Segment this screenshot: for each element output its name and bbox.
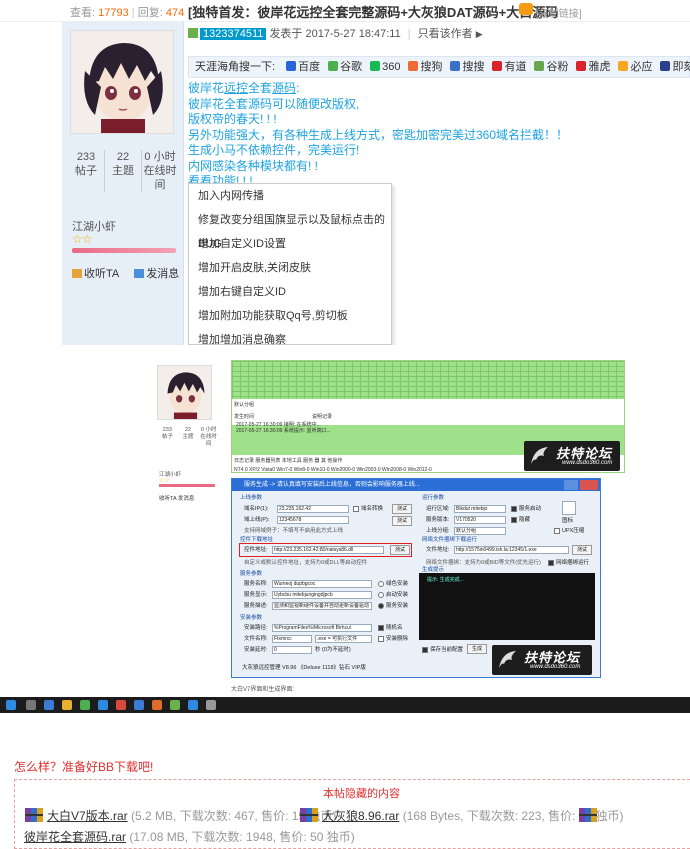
attachment-link[interactable]: 彼岸花全套源码.rar (24, 830, 126, 844)
embedded-avatar (157, 365, 212, 420)
downloads-section: 怎么样？准备好BB下载吧! 本帖隐藏的内容 大白V7版本.rar (5.2 MB… (0, 713, 690, 849)
stat-topics[interactable]: 22 主题 (104, 150, 141, 192)
host-grid (232, 361, 624, 399)
keyword-link[interactable]: 源码 (272, 81, 296, 95)
attachment-link[interactable]: 大灰狼8.96.rar (322, 809, 399, 823)
search-engine-bar: 天涯海角搜一下: 百度 谷歌 360 搜狗 搜搜 有道 谷粉 雅虎 必应 即刻 (188, 56, 690, 78)
attachment-item: 彼岸花全套源码.rar (17.08 MB, 下载次数: 1948, 售价: 5… (24, 830, 355, 844)
stat-online: 0 小时 在线时间 (141, 150, 178, 192)
feature-menu-item: 增加附加功能获取Qq号,剪切板 (198, 310, 348, 322)
keyword-link[interactable]: 远控 (224, 81, 248, 95)
search-engine-link[interactable]: 谷粉 (534, 61, 568, 73)
author-name-link[interactable]: 1323374511 (200, 28, 267, 40)
controller-main-window: 默认分组 发生时间 说明记录 2017-05-27 16:30:09 接明: 在… (231, 360, 625, 473)
rank-bar (72, 248, 176, 253)
minimize-button (564, 480, 578, 490)
author-only-link[interactable]: 只看该作者 (418, 28, 473, 40)
search-prefix: 天涯海角搜一下: (195, 61, 276, 73)
feature-menu-item: 加入内网传播 (198, 190, 264, 202)
attachment-link[interactable]: 大白V7版本.rar (47, 809, 128, 823)
feature-menu-item: 增加自定义ID设置 (198, 238, 286, 250)
screenshot-section: 233 帖子 22 主题 0 小时 在线时间 江湖小虾 ☆☆ 收听TA 发消息 默认分… (0, 345, 690, 713)
feature-menu-item: 修复改变分组国旗显示以及鼠标点击的BUG (198, 214, 385, 250)
view-reply-counts: 查看: 17793 | 回复: 474 (70, 7, 185, 19)
rar-archive-icon (25, 808, 43, 822)
search-engine-icon (370, 61, 381, 71)
attachment-item: 大灰狼8.96.rar (168 Bytes, 下载次数: 223, 售价: 1… (299, 806, 623, 824)
search-engine-link[interactable]: 搜狗 (408, 61, 442, 73)
search-engine-list: 百度 谷歌 360 搜狗 搜搜 有道 谷粉 雅虎 必应 即刻 (286, 61, 690, 73)
screenshot-caption: 大白V7界面和生成界面: (231, 687, 295, 693)
search-engine-icon (450, 61, 461, 71)
embedded-author-sidebar: 233 帖子 22 主题 0 小时 在线时间 江湖小虾 ☆☆ 收听TA 发消息 (157, 360, 223, 510)
post-title: [独特首发：彼岸花远控全套完整源码+大灰狼DAT源码+大白源码 (188, 5, 559, 20)
controller-status: NT4.0 XP/2 Vista0 Win7-0 Win8-0 Win10-0 … (234, 467, 432, 473)
search-engine-icon (492, 61, 503, 71)
feature-menu-item: 增加增加消息确察 (198, 334, 286, 345)
feature-menu-image: 加入内网传播修复改变分组国旗显示以及鼠标点击的BUG 增加自定义ID设置增加开启皮… (188, 183, 392, 345)
attachment-item: 大白V7版本.rar (5.2 MB, 下载次数: 467, 售价: 15 独币… (24, 806, 336, 824)
search-engine-icon (576, 61, 587, 71)
rar-archive-icon (300, 808, 318, 822)
stat-posts[interactable]: 233 帖子 (68, 150, 104, 192)
rank-stars: ☆☆ (72, 232, 92, 246)
rar-archive-icon (579, 808, 597, 822)
service-generator-window: 服务生成 -> 请认真填写安装后上线信息，否则会影响服务器上线... 上线参数 … (231, 478, 601, 678)
forum-post-section: 查看: 17793 | 回复: 474 [独特首发：彼岸花远控全套完整源码+大灰… (0, 0, 690, 345)
forum-watermark-logo: 扶特论坛 www.dsdo360.com (492, 645, 592, 675)
attachment-item (578, 806, 601, 824)
follow-button[interactable]: 收听TA (72, 268, 125, 280)
search-engine-link[interactable]: 有道 (492, 61, 526, 73)
search-engine-link[interactable]: 雅虎 (576, 61, 610, 73)
online-icon (188, 28, 198, 38)
generator-output: 提示: 生成完成... (419, 573, 595, 640)
search-engine-link[interactable]: 360 (370, 61, 400, 73)
post-time: 发表于 2017-5-27 18:47:11 (269, 28, 401, 40)
close-button (580, 480, 598, 490)
search-engine-icon (534, 61, 545, 71)
author-actions: 收听TA 发消息 (72, 265, 191, 281)
mail-icon (134, 269, 145, 278)
forum-watermark-logo: 扶特论坛 www.dsdo360.com (524, 441, 620, 471)
search-engine-link[interactable]: 搜搜 (450, 61, 484, 73)
windows-taskbar (0, 697, 690, 713)
post-body: 彼岸花远控全套源码: 彼岸花全套源码可以随便改版权, 版权帝的春天! ! ! 另… (188, 81, 569, 188)
feature-menu-item: 增加开启皮肤,关闭皮肤 (198, 262, 312, 274)
search-engine-icon (618, 61, 629, 71)
author-stats: 233 帖子 22 主题 0 小时 在线时间 (68, 150, 178, 192)
search-engine-link[interactable]: 百度 (286, 61, 320, 73)
generator-title: 服务生成 -> 请认真填写安装后上线信息，否则会影响服务器上线... (232, 479, 600, 491)
feature-menu-item: 增加右键自定义ID (198, 286, 286, 298)
hidden-content-title: 本帖隐藏的内容 (323, 788, 400, 800)
reply-count: 474 (165, 7, 185, 19)
view-count: 17793 (98, 7, 129, 19)
search-engine-icon (408, 61, 419, 71)
search-engine-link[interactable]: 即刻 (660, 61, 690, 73)
avatar[interactable] (70, 30, 174, 134)
search-engine-link[interactable]: 必应 (618, 61, 652, 73)
download-prompt: 怎么样？准备好BB下载吧! (14, 760, 154, 774)
search-engine-icon (286, 61, 297, 71)
message-button[interactable]: 发消息 (134, 268, 185, 280)
author-sidebar: 233 帖子 22 主题 0 小时 在线时间 江湖小虾 ☆☆ 收听TA 发消息 (62, 22, 184, 345)
controller-tabs: 日志记录 服务器列表 本地工具 服务 器 其 他操作 (234, 458, 343, 464)
post-meta: 1323374511 发表于 2017-5-27 18:47:11 | 只看该作… (188, 25, 483, 41)
embedded-stats: 233 帖子 22 主题 0 小时 在线时间 (161, 427, 217, 447)
post-header-bar: 查看: 17793 | 回复: 474 [独特首发：彼岸花远控全套完整源码+大灰… (0, 0, 690, 22)
copy-link-button[interactable]: [复制链接] (536, 5, 582, 20)
hot-icon (519, 3, 533, 15)
start-icon (6, 700, 16, 710)
search-engine-link[interactable]: 谷歌 (328, 61, 362, 73)
follow-icon (72, 269, 82, 278)
search-engine-icon (660, 61, 671, 71)
search-engine-icon (328, 61, 339, 71)
